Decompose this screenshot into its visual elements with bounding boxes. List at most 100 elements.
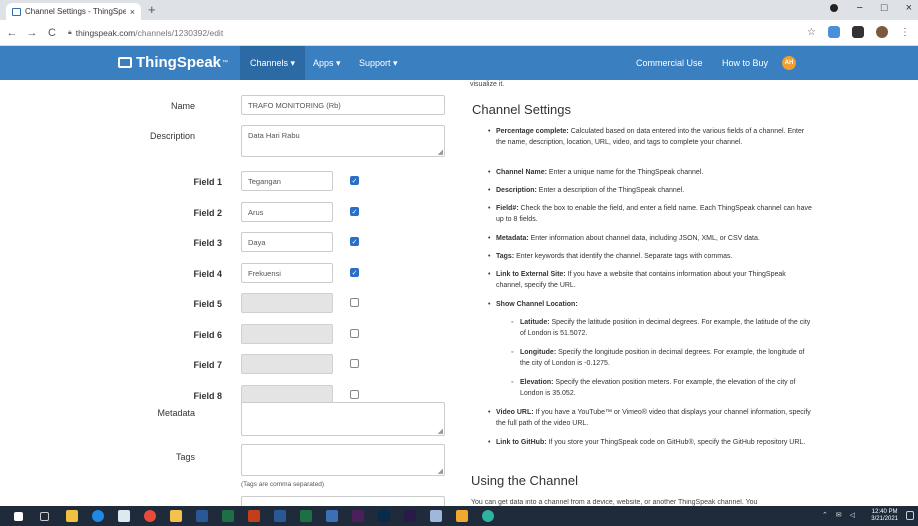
app-icon-3[interactable]	[456, 510, 468, 522]
help-term: Percentage complete:	[496, 128, 569, 135]
word-icon[interactable]	[196, 510, 208, 522]
mail-icon[interactable]	[118, 510, 130, 522]
nav-channels-menu[interactable]: Channels ▾	[240, 46, 306, 80]
profile-dot-icon[interactable]	[830, 4, 839, 12]
file-explorer-icon[interactable]	[170, 510, 182, 522]
powerpoint-icon[interactable]	[248, 510, 260, 522]
field-input[interactable]	[241, 324, 333, 344]
help-term: Show Channel Location:	[496, 301, 578, 308]
task-view-icon[interactable]	[40, 512, 49, 521]
forward-button[interactable]: →	[24, 27, 40, 39]
tags-textarea[interactable]: ◢	[241, 444, 445, 476]
excel-icon[interactable]	[222, 510, 234, 522]
windows-start-icon[interactable]	[14, 512, 23, 521]
help-item: Description: Enter a description of the …	[488, 185, 814, 196]
after-effects-icon[interactable]	[404, 510, 416, 522]
notification-icon[interactable]	[906, 511, 914, 520]
extension-icon[interactable]	[828, 26, 840, 38]
photoshop-icon[interactable]	[378, 510, 390, 522]
help-term: Video URL:	[496, 409, 534, 416]
url-path: /channels/1230392/edit	[135, 27, 224, 38]
help-item: Tags: Enter keywords that identify the c…	[488, 251, 814, 262]
thingspeak-favicon-icon	[12, 7, 21, 16]
taskbar-clock[interactable]: 12:40 PM 3/21/2021	[871, 509, 898, 523]
nav-support-menu[interactable]: Support ▾	[359, 58, 398, 69]
system-tray[interactable]: ⌃ ✉ ◁	[822, 511, 858, 519]
help-item: Percentage complete: Calculated based on…	[488, 126, 814, 148]
help-text: Specify the longitude position in decima…	[520, 349, 805, 367]
puzzle-extension-icon[interactable]	[852, 26, 864, 38]
field-enable-checkbox[interactable]	[350, 329, 359, 338]
field-label: Field 1	[193, 177, 222, 187]
clock-date: 3/21/2021	[871, 516, 898, 522]
back-button[interactable]: ←	[4, 27, 20, 39]
help-text: Enter a unique name for the ThingSpeak c…	[546, 169, 704, 176]
field-input[interactable]: Tegangan	[241, 171, 333, 191]
browser-menu-icon[interactable]: ⋮	[900, 27, 910, 38]
help-term: Latitude:	[520, 319, 550, 326]
thingspeak-logo[interactable]: ThingSpeak ™	[118, 54, 228, 71]
minimize-button[interactable]: −	[856, 2, 862, 14]
channel-settings-heading: Channel Settings	[472, 102, 572, 117]
monitor-logo-icon	[118, 57, 132, 68]
help-term: Longitude:	[520, 349, 557, 356]
app-icon-4[interactable]	[482, 510, 494, 522]
field-input[interactable]	[241, 354, 333, 374]
app-icon-2[interactable]	[430, 510, 442, 522]
help-item: Channel Name: Enter a unique name for th…	[488, 167, 814, 178]
help-item: Link to GitHub: If you store your ThingS…	[488, 437, 814, 448]
help-term: Elevation:	[520, 379, 554, 386]
description-textarea[interactable]: Data Hari Rabu ◢	[241, 125, 445, 157]
field-enable-checkbox[interactable]: ✓	[350, 207, 359, 216]
lock-icon: 🔒︎	[68, 28, 72, 36]
bookmark-star-icon[interactable]: ☆	[807, 27, 816, 38]
help-item: Metadata: Enter information about channe…	[488, 233, 814, 244]
field-input[interactable]: Arus	[241, 202, 333, 222]
field-enable-checkbox[interactable]	[350, 298, 359, 307]
app-icon[interactable]	[326, 510, 338, 522]
help-item: Video URL: If you have a YouTube™ or Vim…	[488, 407, 814, 429]
chrome-icon[interactable]	[144, 510, 156, 522]
new-tab-button[interactable]: +	[148, 2, 156, 17]
tab-close-icon[interactable]: ×	[130, 7, 135, 17]
browser-tab[interactable]: Channel Settings - ThingSpeak I... ×	[6, 3, 141, 20]
help-term: Channel Name:	[496, 169, 547, 176]
excel-icon-2[interactable]	[300, 510, 312, 522]
close-window-button[interactable]: ×	[906, 2, 912, 14]
address-bar-row: ← → C 🔒︎ thingspeak.com/channels/1230392…	[0, 20, 918, 46]
maximize-button[interactable]: □	[881, 2, 888, 14]
edge-icon[interactable]	[92, 510, 104, 522]
field-input[interactable]: Frekuensi	[241, 263, 333, 283]
help-item: Field#: Check the box to enable the fiel…	[488, 203, 814, 225]
premiere-icon[interactable]	[352, 510, 364, 522]
nav-how-to-buy-link[interactable]: How to Buy	[722, 58, 768, 68]
field-enable-checkbox[interactable]: ✓	[350, 176, 359, 185]
field-enable-checkbox[interactable]	[350, 390, 359, 399]
tags-hint: (Tags are comma separated)	[241, 481, 325, 488]
name-label: Name	[170, 101, 195, 111]
metadata-textarea[interactable]: ◢	[241, 402, 445, 436]
resize-grip-icon: ◢	[437, 428, 443, 435]
field-input[interactable]	[241, 293, 333, 313]
field-enable-checkbox[interactable]: ✓	[350, 268, 359, 277]
field-label: Field 7	[193, 360, 222, 370]
help-term: Metadata:	[496, 235, 529, 242]
field-enable-checkbox[interactable]	[350, 359, 359, 368]
logo-text: ThingSpeak	[136, 54, 222, 71]
profile-avatar-icon[interactable]	[876, 26, 888, 38]
word-icon-2[interactable]	[274, 510, 286, 522]
field-label: Field 4	[193, 269, 222, 279]
user-avatar[interactable]: AH	[782, 56, 796, 70]
help-term: Field#:	[496, 205, 519, 212]
extension-icons: ☆ ⋮	[807, 26, 910, 38]
reload-button[interactable]: C	[44, 27, 60, 39]
help-sub-item: Elevation: Specify the elevation positio…	[511, 377, 814, 399]
nav-apps-menu[interactable]: Apps ▾	[313, 58, 341, 69]
url-field[interactable]: 🔒︎ thingspeak.com/channels/1230392/edit	[68, 28, 223, 38]
field-input[interactable]: Daya	[241, 232, 333, 252]
help-item: Link to External Site: If you have a web…	[488, 269, 814, 291]
store-icon[interactable]	[66, 510, 78, 522]
nav-commercial-use-link[interactable]: Commercial Use	[636, 58, 703, 68]
name-input[interactable]: TRAFO MONITORING (Rb)	[241, 95, 445, 115]
field-enable-checkbox[interactable]: ✓	[350, 237, 359, 246]
